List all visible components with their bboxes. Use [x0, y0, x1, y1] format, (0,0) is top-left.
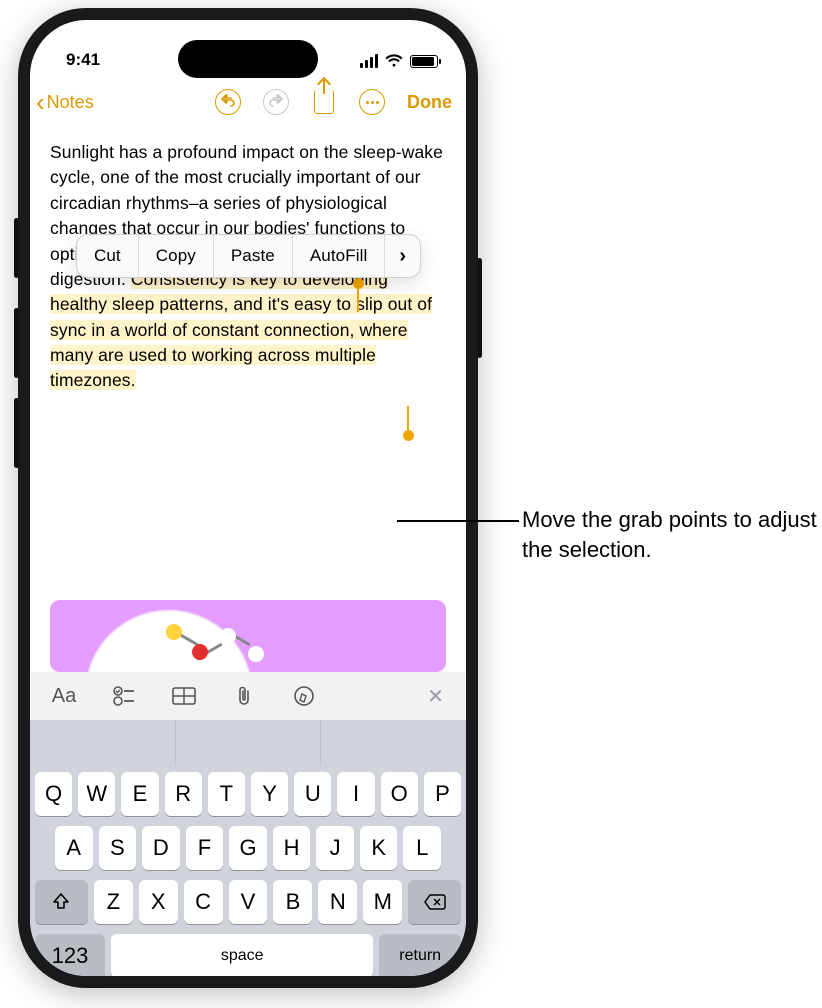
done-button[interactable]: Done — [407, 92, 452, 113]
checklist-button[interactable] — [112, 684, 136, 708]
suggestion-2[interactable] — [176, 720, 322, 766]
callout-text: Move the grab points to adjust the selec… — [522, 505, 822, 564]
key-i[interactable]: I — [337, 772, 374, 816]
key-x[interactable]: X — [139, 880, 178, 924]
edit-menu-cut[interactable]: Cut — [77, 235, 139, 277]
back-label: Notes — [47, 92, 94, 113]
format-toolbar: Aa ✕ — [30, 672, 466, 720]
key-k[interactable]: K — [360, 826, 398, 870]
key-p[interactable]: P — [424, 772, 461, 816]
selection-grab-end[interactable] — [403, 430, 414, 441]
key-l[interactable]: L — [403, 826, 441, 870]
key-q[interactable]: Q — [35, 772, 72, 816]
screen: 9:41 ‹ Notes — [30, 20, 466, 976]
dynamic-island — [178, 40, 318, 78]
suggestion-bar — [30, 720, 466, 766]
shift-key[interactable] — [35, 880, 88, 924]
keyboard: QWERTYUIOP ASDFGHJKL ZXCVBNM 123 space — [30, 720, 466, 976]
back-button[interactable]: ‹ Notes — [36, 87, 94, 118]
key-r[interactable]: R — [165, 772, 202, 816]
device-frame: 9:41 ‹ Notes — [18, 8, 478, 988]
callout-leader — [397, 520, 519, 522]
edit-menu-more[interactable]: › — [385, 242, 420, 271]
key-n[interactable]: N — [318, 880, 357, 924]
clock: 9:41 — [66, 50, 100, 70]
markup-button[interactable] — [292, 684, 316, 708]
key-y[interactable]: Y — [251, 772, 288, 816]
embedded-image[interactable] — [50, 600, 446, 672]
numbers-key[interactable]: 123 — [35, 934, 105, 976]
edit-menu: Cut Copy Paste AutoFill › — [76, 234, 421, 278]
key-j[interactable]: J — [316, 826, 354, 870]
key-g[interactable]: G — [229, 826, 267, 870]
edit-menu-paste[interactable]: Paste — [214, 235, 293, 277]
note-body[interactable]: Sunlight has a profound impact on the sl… — [30, 126, 466, 586]
key-a[interactable]: A — [55, 826, 93, 870]
key-s[interactable]: S — [99, 826, 137, 870]
attachment-button[interactable] — [232, 684, 256, 708]
nav-bar: ‹ Notes Done — [30, 78, 466, 126]
close-toolbar-button[interactable]: ✕ — [427, 684, 444, 709]
key-o[interactable]: O — [381, 772, 418, 816]
suggestion-3[interactable] — [321, 720, 466, 766]
battery-icon — [410, 55, 438, 68]
chevron-left-icon: ‹ — [36, 87, 45, 118]
backspace-key[interactable] — [408, 880, 461, 924]
table-button[interactable] — [172, 684, 196, 708]
key-t[interactable]: T — [208, 772, 245, 816]
key-e[interactable]: E — [121, 772, 158, 816]
key-d[interactable]: D — [142, 826, 180, 870]
key-m[interactable]: M — [363, 880, 402, 924]
key-u[interactable]: U — [294, 772, 331, 816]
selection-grab-start[interactable] — [353, 278, 364, 289]
cellular-icon — [360, 54, 378, 68]
key-v[interactable]: V — [229, 880, 268, 924]
key-z[interactable]: Z — [94, 880, 133, 924]
space-key[interactable]: space — [111, 934, 373, 976]
key-w[interactable]: W — [78, 772, 115, 816]
undo-button[interactable] — [215, 89, 241, 115]
edit-menu-copy[interactable]: Copy — [139, 235, 214, 277]
edit-menu-autofill[interactable]: AutoFill — [293, 235, 386, 277]
ellipsis-circle-icon — [359, 89, 385, 115]
return-key[interactable]: return — [379, 934, 461, 976]
key-h[interactable]: H — [273, 826, 311, 870]
text-format-button[interactable]: Aa — [52, 684, 76, 708]
share-icon — [314, 90, 334, 114]
share-button[interactable] — [311, 89, 337, 115]
wifi-icon — [385, 54, 403, 68]
key-b[interactable]: B — [273, 880, 312, 924]
key-f[interactable]: F — [186, 826, 224, 870]
suggestion-1[interactable] — [30, 720, 176, 766]
key-c[interactable]: C — [184, 880, 223, 924]
redo-button[interactable] — [263, 89, 289, 115]
more-button[interactable] — [359, 89, 385, 115]
